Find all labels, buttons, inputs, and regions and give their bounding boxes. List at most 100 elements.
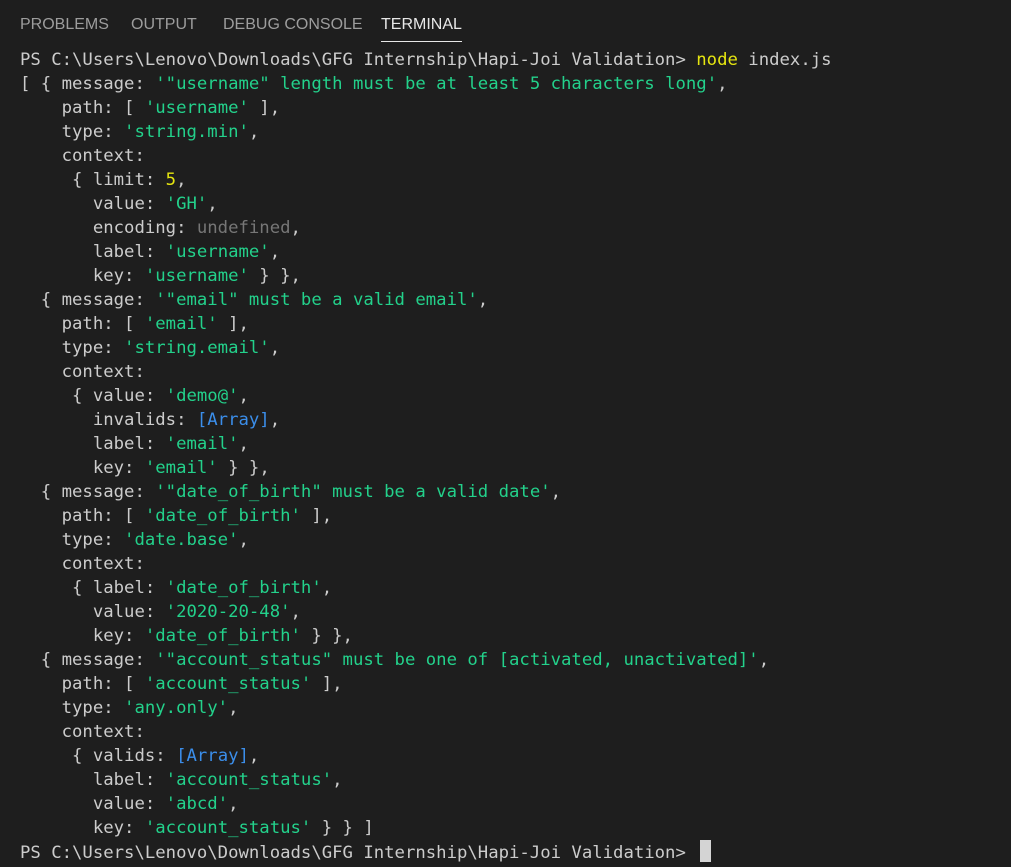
string-literal: '"username" length must be at least 5 ch… <box>155 74 718 94</box>
plain-text: , <box>550 482 562 502</box>
plain-text: { value: <box>20 386 166 406</box>
string-literal: 'date_of_birth' <box>144 506 301 526</box>
plain-text: { limit: <box>20 170 166 190</box>
plain-text: type: <box>20 338 125 358</box>
output-line: type: 'string.min', <box>20 120 1005 144</box>
plain-text: , <box>238 434 249 454</box>
plain-text: label: <box>20 434 166 454</box>
plain-text: path: [ <box>20 314 145 334</box>
terminal-output[interactable]: PS C:\Users\Lenovo\Downloads\GFG Interns… <box>20 48 1005 863</box>
string-literal: '2020-20-48' <box>165 602 291 622</box>
plain-text: value: <box>20 794 166 814</box>
plain-text: key: <box>20 818 145 838</box>
string-literal: 'account_status' <box>144 818 312 838</box>
output-line: { valids: [Array], <box>20 744 1005 768</box>
tab-debug-console[interactable]: DEBUG CONSOLE <box>223 14 363 42</box>
output-line: { message: '"account_status" must be one… <box>20 648 1005 672</box>
plain-text: , <box>332 770 343 790</box>
output-line: path: [ 'account_status' ], <box>20 672 1005 696</box>
plain-text: encoding: <box>20 218 197 238</box>
plain-text: ], <box>217 314 249 334</box>
plain-text: key: <box>20 266 145 286</box>
plain-text: [ { message: <box>20 74 156 94</box>
plain-text: ], <box>248 98 281 118</box>
plain-text: { label: <box>20 578 166 598</box>
plain-text: context: <box>20 554 145 574</box>
plain-text: , <box>228 698 239 718</box>
plain-text: , <box>238 386 249 406</box>
output-block: [ { message: '"username" length must be … <box>20 72 1005 840</box>
final-prompt-line[interactable]: PS C:\Users\Lenovo\Downloads\GFG Interns… <box>20 840 1005 863</box>
plain-text: value: <box>20 602 166 622</box>
output-line: { limit: 5, <box>20 168 1005 192</box>
output-line: key: 'account_status' } } ] <box>20 816 1005 840</box>
output-line: [ { message: '"username" length must be … <box>20 72 1005 96</box>
plain-text: , <box>477 290 489 310</box>
plain-text: , <box>238 530 249 550</box>
plain-text: path: [ <box>20 506 145 526</box>
string-literal: 'string.email' <box>124 338 270 358</box>
output-line: { message: '"date_of_birth" must be a va… <box>20 480 1005 504</box>
plain-text: , <box>269 410 281 430</box>
plain-text: key: <box>20 458 145 478</box>
plain-text: , <box>321 578 333 598</box>
string-literal: '"email" must be a valid email' <box>155 290 478 310</box>
string-literal: 'abcd' <box>165 794 229 814</box>
output-line: encoding: undefined, <box>20 216 1005 240</box>
plain-text: invalids: <box>20 410 197 430</box>
plain-text: { message: <box>20 482 156 502</box>
plain-text: } }, <box>248 266 301 286</box>
plain-text: label: <box>20 242 166 262</box>
string-literal: 'GH' <box>165 194 208 214</box>
string-literal: 'username' <box>144 266 249 286</box>
plain-text: label: <box>20 770 166 790</box>
string-literal: 'string.min' <box>124 122 249 142</box>
string-literal: 'date.base' <box>124 530 239 550</box>
undefined-literal: undefined <box>196 218 291 238</box>
output-line: type: 'any.only', <box>20 696 1005 720</box>
output-line: type: 'string.email', <box>20 336 1005 360</box>
plain-text: , <box>248 746 260 766</box>
plain-text: context: <box>20 722 145 742</box>
plain-text: context: <box>20 362 145 382</box>
command-name: node <box>696 50 738 70</box>
output-line: invalids: [Array], <box>20 408 1005 432</box>
output-line: context: <box>20 552 1005 576</box>
output-line: value: '2020-20-48', <box>20 600 1005 624</box>
tab-problems[interactable]: PROBLEMS <box>20 14 109 42</box>
array-literal: [Array] <box>176 746 249 766</box>
array-literal: [Array] <box>196 410 270 430</box>
tab-terminal[interactable]: TERMINAL <box>381 14 462 42</box>
plain-text: context: <box>20 146 145 166</box>
plain-text: ], <box>300 506 333 526</box>
plain-text: , <box>269 242 281 262</box>
output-line: path: [ 'date_of_birth' ], <box>20 504 1005 528</box>
output-line: { label: 'date_of_birth', <box>20 576 1005 600</box>
plain-text: { message: <box>20 290 156 310</box>
plain-text: , <box>207 194 218 214</box>
plain-text: , <box>248 122 260 142</box>
string-literal: 'username' <box>165 242 270 262</box>
string-literal: 'account_status' <box>165 770 333 790</box>
plain-text: key: <box>20 626 145 646</box>
string-literal: '"date_of_birth" must be a valid date' <box>155 482 551 502</box>
output-line: value: 'GH', <box>20 192 1005 216</box>
string-literal: 'email' <box>144 458 218 478</box>
string-literal: 'demo@' <box>165 386 239 406</box>
output-line: { message: '"email" must be a valid emai… <box>20 288 1005 312</box>
plain-text: , <box>269 338 281 358</box>
plain-text: ], <box>311 674 343 694</box>
output-line: context: <box>20 360 1005 384</box>
final-prompt-text: PS C:\Users\Lenovo\Downloads\GFG Interns… <box>20 843 697 863</box>
output-line: label: 'username', <box>20 240 1005 264</box>
plain-text: , <box>228 794 239 814</box>
plain-text: type: <box>20 122 125 142</box>
plain-text: , <box>290 602 301 622</box>
plain-text: } }, <box>300 626 353 646</box>
plain-text: , <box>290 218 301 238</box>
string-literal: 'email' <box>144 314 218 334</box>
plain-text: value: <box>20 194 166 214</box>
string-literal: 'date_of_birth' <box>144 626 301 646</box>
tab-output[interactable]: OUTPUT <box>131 14 197 42</box>
output-line: path: [ 'username' ], <box>20 96 1005 120</box>
